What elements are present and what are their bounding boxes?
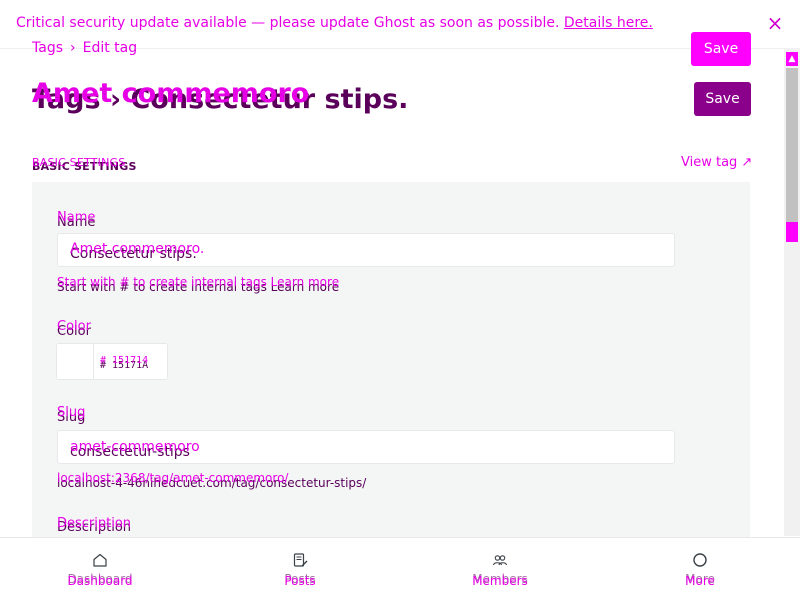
description-label-overlay: Description — [57, 516, 132, 531]
name-hint-overlay: Start with # to create internal tags Lea… — [57, 275, 340, 289]
breadcrumb-tags-link[interactable]: Tags — [32, 40, 63, 56]
slug-url-overlay: localhost:2368/tag/amet-commemoro/ — [57, 471, 289, 485]
view-tag-link[interactable]: View tag ↗ — [681, 155, 752, 170]
save-button[interactable]: Save — [694, 82, 751, 116]
nav-dashboard-label: Dashboard — [67, 574, 133, 588]
slug-label-overlay: Slug — [57, 405, 86, 420]
security-notice-link[interactable]: Details here. — [564, 15, 653, 31]
nav-dashboard[interactable]: Dashboard Dashboard — [0, 538, 200, 601]
bottom-navigation: Dashboard Dashboard Posts Posts Members … — [0, 537, 800, 601]
breadcrumb: Tags › Edit tag — [32, 40, 137, 56]
name-label-overlay: Name — [57, 210, 96, 225]
users-icon — [492, 555, 508, 566]
security-notice: Critical security update available — ple… — [16, 15, 653, 31]
circle-icon — [693, 553, 707, 567]
home-icon — [93, 553, 107, 567]
nav-posts-label: Posts — [284, 574, 316, 588]
nav-posts[interactable]: Posts Posts — [200, 538, 400, 601]
nav-members[interactable]: Members Members — [400, 538, 600, 601]
nav-more-label: More — [685, 574, 715, 588]
color-hex-value-overlay: # 151714 — [100, 355, 149, 366]
scroll-up-arrow-icon[interactable]: ▲ — [786, 52, 798, 66]
breadcrumb-current: Edit tag — [82, 40, 138, 56]
scrollbar-thumb[interactable] — [786, 68, 798, 228]
slug-input-value-overlay: amet-commemoro — [70, 439, 200, 455]
nav-more[interactable]: More More — [600, 538, 800, 601]
security-notice-text: Critical security update available — ple… — [16, 15, 560, 31]
scrollbar-thumb-marker — [786, 222, 798, 242]
name-input-value-overlay: Amet commemoro. — [70, 241, 205, 257]
close-icon[interactable]: × — [766, 12, 784, 34]
chevron-right-icon: › — [70, 40, 76, 56]
section-heading-overlay: BASIC SETTINGS — [32, 156, 126, 169]
nav-members-label: Members — [472, 574, 528, 588]
edit-icon — [293, 553, 308, 567]
page-title-overlay: Amet commemoro — [32, 78, 310, 109]
color-label-overlay: Color — [57, 319, 91, 334]
save-button-sticky[interactable]: Save — [691, 32, 751, 66]
color-swatch[interactable] — [57, 344, 94, 379]
